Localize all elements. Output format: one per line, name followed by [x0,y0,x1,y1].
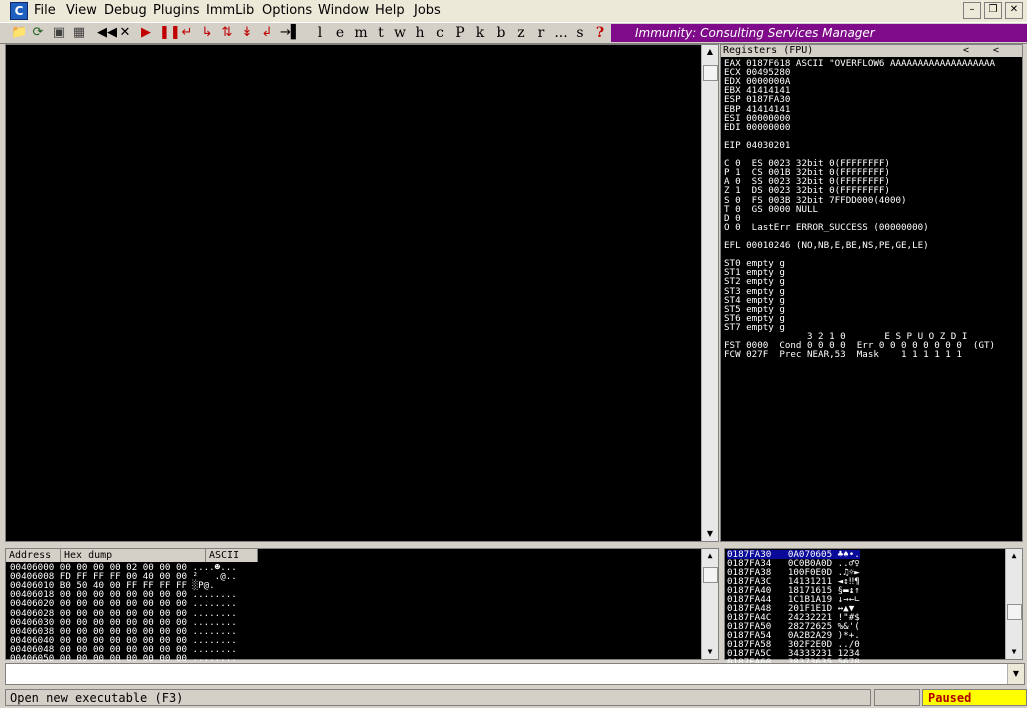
menu-window[interactable]: Window [318,3,369,19]
status-bar: Open new executable (F3) Paused [0,687,1027,708]
scroll-down-icon[interactable]: ▼ [702,645,718,659]
toolbar-z-button[interactable]: z [514,24,528,42]
step-over-icon[interactable]: ↳ [200,24,214,42]
next-view-icon[interactable]: < [993,45,999,57]
scroll-up-icon[interactable]: ▲ [702,549,718,563]
close-program-icon[interactable]: ✕ [118,24,132,42]
dump-row[interactable]: 00406050 00 00 00 00 00 00 00 00 .......… [10,654,237,663]
dump-header-hex[interactable]: Hex dump [61,549,206,562]
register-line[interactable]: EFL 00010246 (NO,NB,E,BE,NS,PE,GE,LE) [724,241,929,250]
command-input[interactable]: ▼ [5,663,1025,685]
immunity-banner[interactable]: Immunity: Consulting Services Manager [611,24,1027,42]
grid-icon[interactable]: ▦ [71,24,87,42]
execute-till-return-icon[interactable]: ↲ [260,24,274,42]
menu-options[interactable]: Options [262,3,312,19]
dump-pane[interactable]: Address Hex dump ASCII 00406000 00 00 00… [5,548,719,663]
toolbar-l-button[interactable]: l [313,24,327,42]
stack-scrollbar[interactable]: ▲ ▼ [1005,549,1022,659]
registers-title: Registers (FPU) [723,45,814,56]
scroll-down-icon[interactable]: ▼ [702,527,718,541]
menu-view[interactable]: View [66,3,97,19]
step-into-icon[interactable]: ↵ [180,24,194,42]
close-icon[interactable]: ✕ [1005,2,1023,19]
rewind-icon[interactable]: ◀◀ [97,24,117,42]
dump-header-address[interactable]: Address [6,549,61,562]
status-message: Open new executable (F3) [5,689,871,706]
menu-plugins[interactable]: Plugins [153,3,200,19]
toolbar-c-button[interactable]: c [433,24,447,42]
window-controls: – ❐ ✕ [963,2,1023,19]
toolbar-m-button[interactable]: m [354,24,368,42]
pause-icon[interactable]: ❚❚ [159,24,181,42]
scroll-thumb[interactable] [1007,604,1022,620]
chevron-down-icon[interactable]: ▼ [1007,664,1024,684]
dump-header-ascii[interactable]: ASCII [206,549,258,562]
app-icon[interactable]: C [10,2,28,20]
registers-header[interactable]: Registers (FPU) < < [721,45,1022,57]
status-badge: Paused [922,689,1027,706]
toolbar: 📁 ⟳ ▣ ▦ ◀◀ ✕ ▶ ❚❚ ↵ ↳ ⇅ ↡ ↲ →▌ l e m t w… [0,22,1027,44]
toolbar-k-button[interactable]: k [473,24,487,42]
toolbar-w-button[interactable]: w [393,24,407,42]
disassembly-pane[interactable]: ▲ ▼ [5,44,719,542]
minimize-icon[interactable]: – [963,2,981,19]
menu-debug[interactable]: Debug [104,3,147,19]
toolbar-s-button[interactable]: s [573,24,587,42]
scroll-thumb[interactable] [703,567,718,583]
restore-icon[interactable]: ❐ [984,2,1002,19]
scroll-thumb[interactable] [703,65,718,81]
dump-scrollbar[interactable]: ▲ ▼ [701,549,718,659]
open-folder-icon[interactable]: 📁 [11,24,27,42]
menu-jobs[interactable]: Jobs [414,3,441,19]
scroll-up-icon[interactable]: ▲ [702,45,718,59]
trace-over-icon[interactable]: ↡ [240,24,254,42]
toolbar-r-button[interactable]: r [534,24,548,42]
register-line[interactable]: EDI 00000000 [724,123,790,132]
window-icon[interactable]: ▣ [51,24,67,42]
scroll-up-icon[interactable]: ▲ [1006,549,1022,563]
go-to-icon[interactable]: →▌ [280,24,301,42]
stack-pane[interactable]: 0187FA30 0A070605 ♣♠•. 0187FA34 0C0B0A0D … [724,548,1023,667]
menu-bar: C File View Debug Plugins ImmLib Options… [0,0,1027,22]
register-line[interactable]: FCW 027F Prec NEAR,53 Mask 1 1 1 1 1 1 [724,350,962,359]
menu-immlib[interactable]: ImmLib [206,3,254,19]
restart-icon[interactable]: ⟳ [30,24,46,42]
menu-help[interactable]: Help [375,3,405,19]
trace-into-icon[interactable]: ⇅ [220,24,234,42]
toolbar-t-button[interactable]: t [374,24,388,42]
disassembly-scrollbar[interactable]: ▲ ▼ [701,45,718,541]
register-line[interactable]: EIP 04030201 [724,141,790,150]
scroll-down-icon[interactable]: ▼ [1006,645,1022,659]
toolbar-p-button[interactable]: P [453,24,467,42]
menu-file[interactable]: File [34,3,56,19]
run-icon[interactable]: ▶ [139,24,153,42]
register-line[interactable]: O 0 LastErr ERROR_SUCCESS (00000000) [724,223,929,232]
help-icon[interactable]: ? [593,24,607,42]
status-blank [874,689,920,706]
toolbar-b-button[interactable]: b [494,24,508,42]
toolbar-h-button[interactable]: h [413,24,427,42]
toolbar-ellipsis-button[interactable]: ... [552,24,570,42]
prev-view-icon[interactable]: < [963,45,969,57]
registers-pane[interactable]: Registers (FPU) < < EAX 0187F618 ASCII "… [720,44,1023,542]
toolbar-e-button[interactable]: e [333,24,347,42]
